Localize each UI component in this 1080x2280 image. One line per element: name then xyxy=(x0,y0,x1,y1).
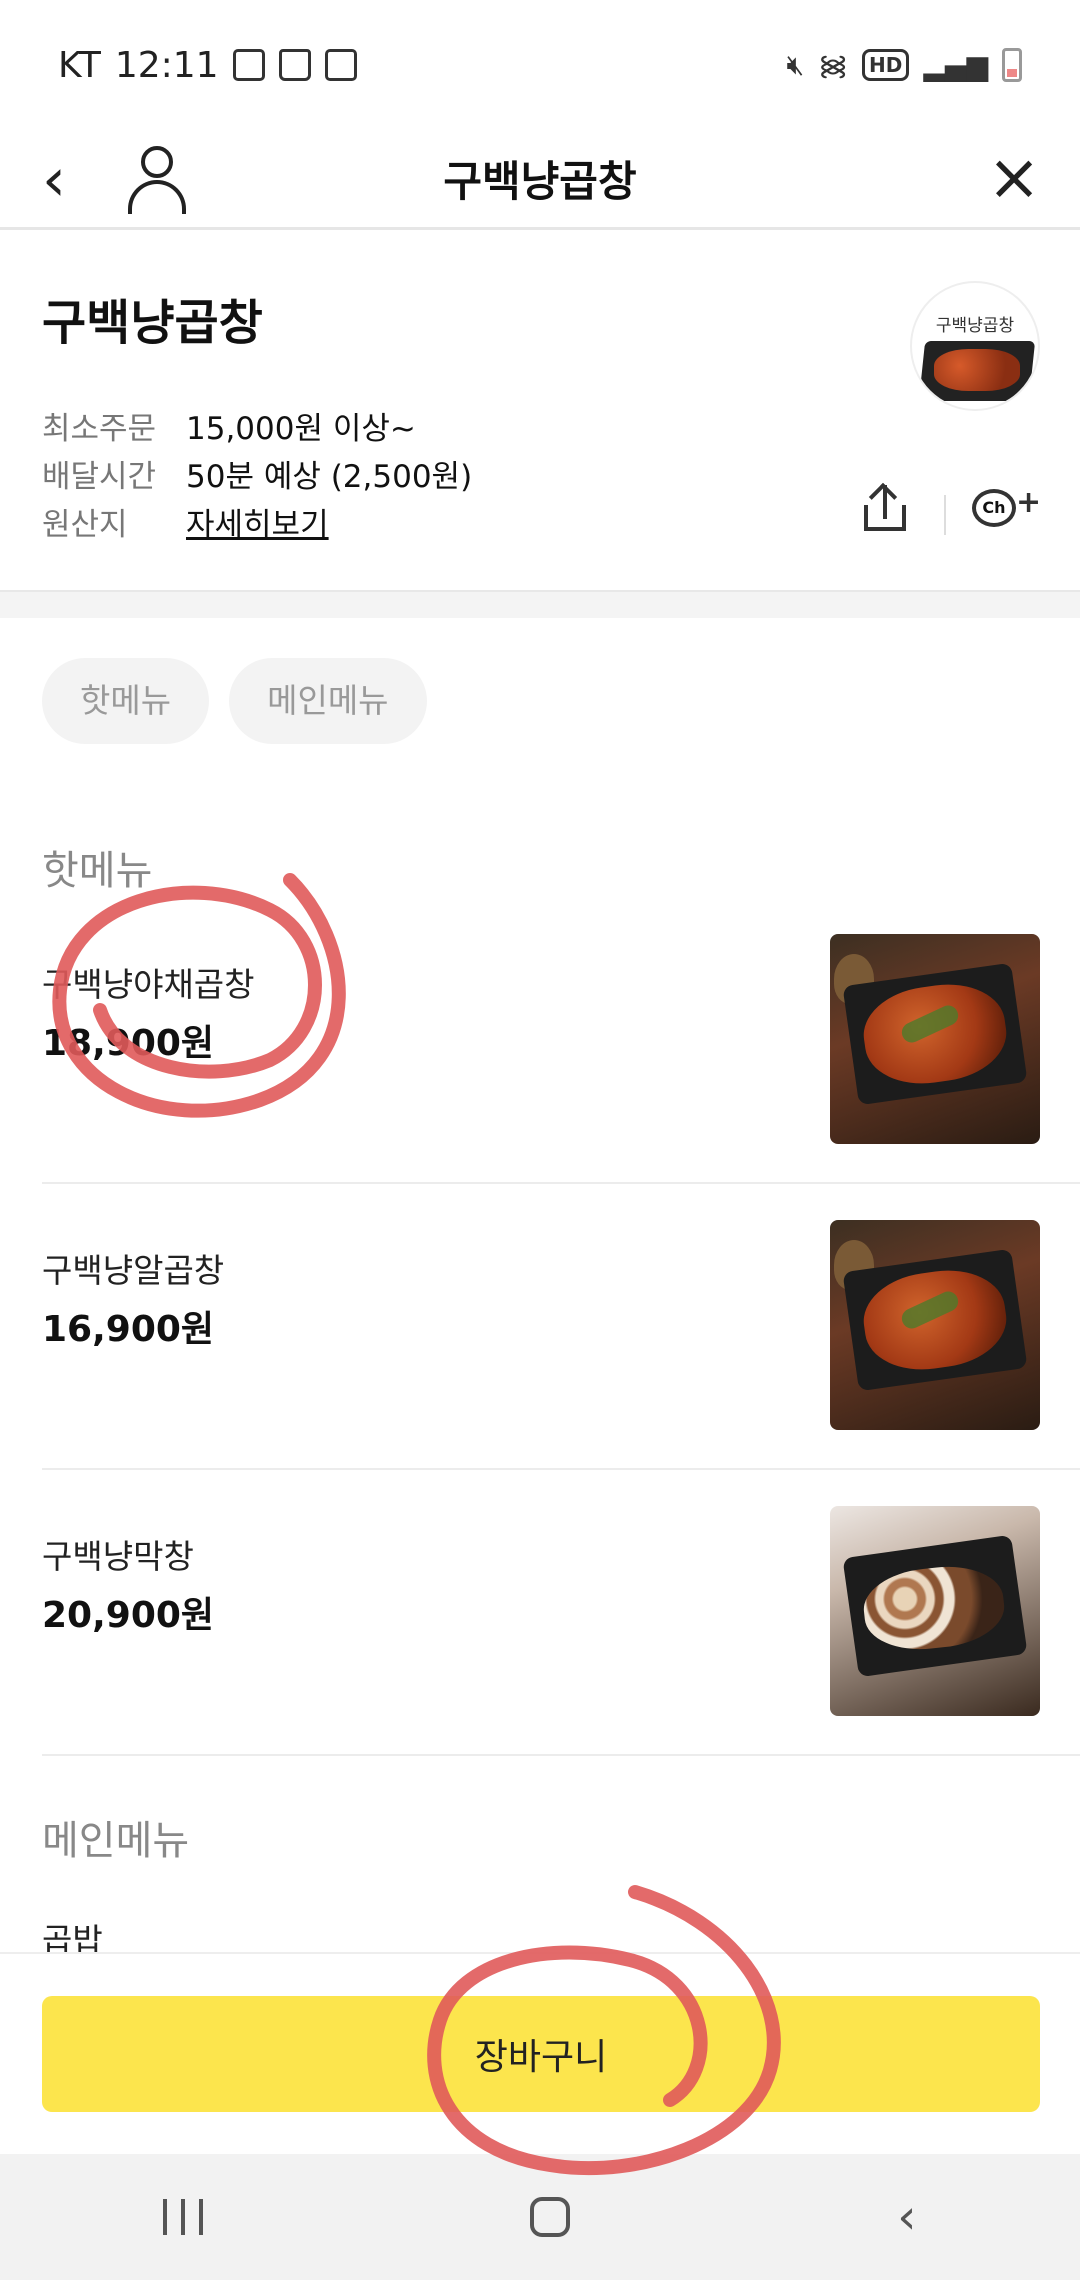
min-order-row: 최소주문 15,000원 이상~ xyxy=(42,403,416,448)
min-order-value: 15,000원 이상~ xyxy=(186,411,416,447)
origin-label: 원산지 xyxy=(42,507,128,543)
divider xyxy=(42,1754,1080,1756)
close-button[interactable]: × xyxy=(984,146,1044,210)
delivery-time-value: 50분 예상 (2,500원) xyxy=(186,459,473,495)
system-back-button[interactable]: ‹ xyxy=(897,2193,916,2241)
store-name: 구백냥곱창 xyxy=(42,295,263,351)
hd-badge: HD xyxy=(862,49,910,81)
gallery-icon xyxy=(232,49,265,81)
battery-icon xyxy=(1002,48,1022,82)
delivery-time-label: 배달시간 xyxy=(42,459,157,495)
close-icon: × xyxy=(987,141,1041,215)
tab-main-menu[interactable]: 메인메뉴 xyxy=(229,658,427,744)
page-title: 구백냥곱창 xyxy=(443,157,637,206)
origin-detail-link[interactable]: 자세히보기 xyxy=(186,499,329,544)
carrier-label: KT xyxy=(58,44,101,86)
kakao-channel-add-button[interactable]: Ch + xyxy=(970,483,1041,537)
delivery-time-row: 배달시간 50분 예상 (2,500원) xyxy=(42,451,472,496)
section-title-hot: 핫메뉴 xyxy=(42,848,153,894)
section-title-main: 메인메뉴 xyxy=(42,1818,190,1864)
bottom-cart-bar: 장바구니 xyxy=(0,1952,1080,2154)
share-button[interactable] xyxy=(858,482,912,537)
menu-item-image xyxy=(830,1506,1040,1716)
store-logo: 구백냥곱창 xyxy=(910,281,1040,411)
cart-button[interactable]: 장바구니 xyxy=(42,1996,1040,2112)
clock-icon xyxy=(324,49,357,81)
origin-row: 원산지 자세히보기 xyxy=(42,499,329,544)
menu-item[interactable]: 구백냥막창 20,900원 xyxy=(0,1506,1080,1792)
menu-item[interactable]: 구백냥알곱창 16,900원 xyxy=(0,1220,1080,1506)
channel-icon: Ch xyxy=(972,489,1016,527)
divider xyxy=(42,1468,1080,1470)
home-button[interactable] xyxy=(530,2197,571,2237)
tab-hot-menu[interactable]: 핫메뉴 xyxy=(42,658,210,744)
section-gap xyxy=(0,590,1080,618)
plus-icon: + xyxy=(1016,485,1042,520)
status-bar: KT 12:11 🔇︎ ᯼ HD ▂▄▆ xyxy=(0,0,1080,130)
mute-icon: 🔇︎ xyxy=(786,48,805,81)
menu-tabs: 핫메뉴 메인메뉴 xyxy=(42,658,427,744)
divider xyxy=(42,1182,1080,1184)
menu-item-name: 구백냥야채곱창 xyxy=(42,965,255,1004)
lock-icon xyxy=(278,49,311,81)
system-nav-bar: ‹ xyxy=(0,2154,1080,2280)
menu-item-name: 구백냥알곱창 xyxy=(42,1251,225,1290)
menu-item-image xyxy=(830,1220,1040,1430)
menu-item-price: 18,900원 xyxy=(42,1023,215,1064)
recent-apps-button[interactable] xyxy=(163,2199,204,2235)
top-header: ‹ 구백냥곱창 × xyxy=(0,130,1080,230)
menu-item-image xyxy=(830,934,1040,1144)
menu-item-price: 16,900원 xyxy=(42,1309,215,1350)
store-info: 구백냥곱창 구백냥곱창 최소주문 15,000원 이상~ 배달시간 50분 예상… xyxy=(0,233,1080,590)
divider xyxy=(944,495,946,535)
menu-item[interactable]: 구백냥야채곱창 18,900원 xyxy=(0,934,1080,1220)
clock: 12:11 xyxy=(114,44,219,86)
menu-item-name: 구백냥막창 xyxy=(42,1537,194,1576)
min-order-label: 최소주문 xyxy=(42,411,157,447)
menu-item-price: 20,900원 xyxy=(42,1595,215,1636)
signal-icon: ▂▄▆ xyxy=(923,48,988,82)
wifi-icon: ᯼ xyxy=(818,49,849,82)
